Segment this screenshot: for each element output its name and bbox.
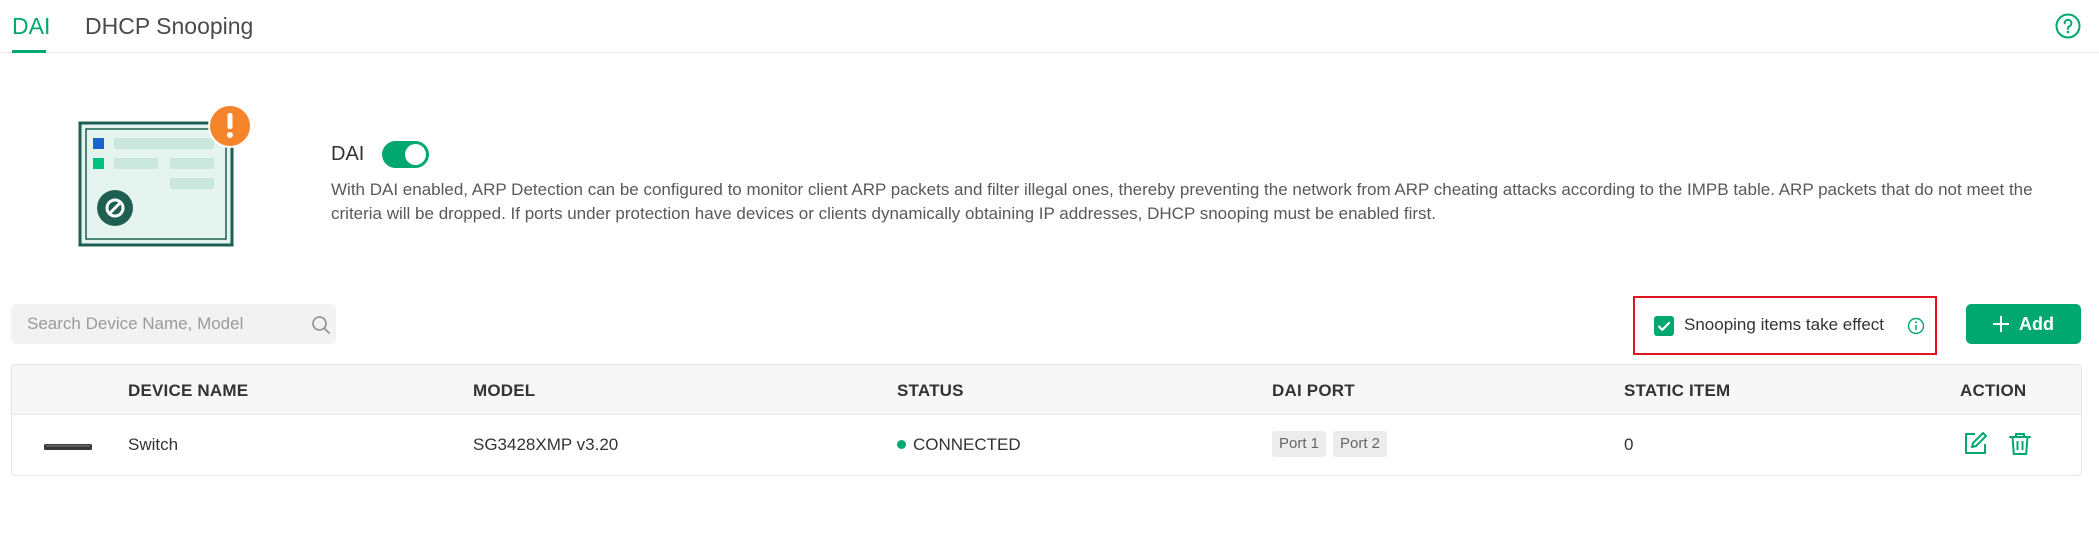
column-action: ACTION [1960, 381, 2027, 400]
dai-description: With DAI enabled, ARP Detection can be c… [331, 180, 2033, 223]
snooping-effect-highlight: Snooping items take effect [1633, 296, 1937, 355]
column-dai-port: DAI PORT [1272, 381, 1355, 400]
tab-dhcp-snooping[interactable]: DHCP Snooping [85, 12, 253, 40]
status-dot-icon [897, 440, 906, 450]
device-name-cell: Switch [128, 435, 179, 454]
dai-table: DEVICE NAME MODEL STATUS DAI PORT STATIC… [11, 364, 2082, 476]
column-model: MODEL [473, 381, 536, 400]
search-box [11, 304, 336, 344]
tab-bar: DAI DHCP Snooping [0, 0, 2099, 53]
dai-toggle-label: DAI [331, 143, 365, 165]
add-button[interactable]: Add [1966, 304, 2081, 344]
toggle-knob [405, 144, 426, 165]
column-device-name: DEVICE NAME [128, 381, 249, 400]
snooping-effect-label: Snooping items take effect [1684, 315, 1885, 334]
table-header: DEVICE NAME MODEL STATUS DAI PORT STATIC… [12, 365, 2081, 415]
info-icon[interactable] [1907, 317, 1925, 335]
check-icon [1657, 321, 1671, 331]
table-row[interactable]: Switch SG3428XMP v3.20 CONNECTED Port 1 … [12, 415, 2081, 475]
edit-icon[interactable] [1962, 431, 1988, 457]
trash-icon[interactable] [2007, 431, 2033, 457]
search-icon[interactable] [311, 315, 331, 335]
tab-dai[interactable]: DAI [12, 12, 50, 40]
column-static-item: STATIC ITEM [1624, 381, 1731, 400]
dai-illustration [78, 104, 252, 247]
column-status: STATUS [897, 381, 964, 400]
question-circle-icon[interactable] [2054, 12, 2082, 40]
static-item-cell: 0 [1624, 435, 1634, 454]
search-input[interactable] [11, 304, 301, 344]
status-text: CONNECTED [913, 435, 1021, 454]
active-tab-indicator [12, 50, 46, 53]
switch-device-icon [44, 444, 92, 450]
port-tag: Port 1 [1272, 431, 1327, 457]
dai-toggle[interactable] [382, 141, 429, 168]
add-button-label: Add [2019, 314, 2054, 334]
port-tag: Port 2 [1333, 431, 1388, 457]
status-cell: CONNECTED [897, 435, 1021, 455]
snooping-effect-checkbox[interactable] [1654, 316, 1674, 336]
model-cell: SG3428XMP v3.20 [473, 435, 619, 454]
plus-icon [1993, 316, 2009, 332]
